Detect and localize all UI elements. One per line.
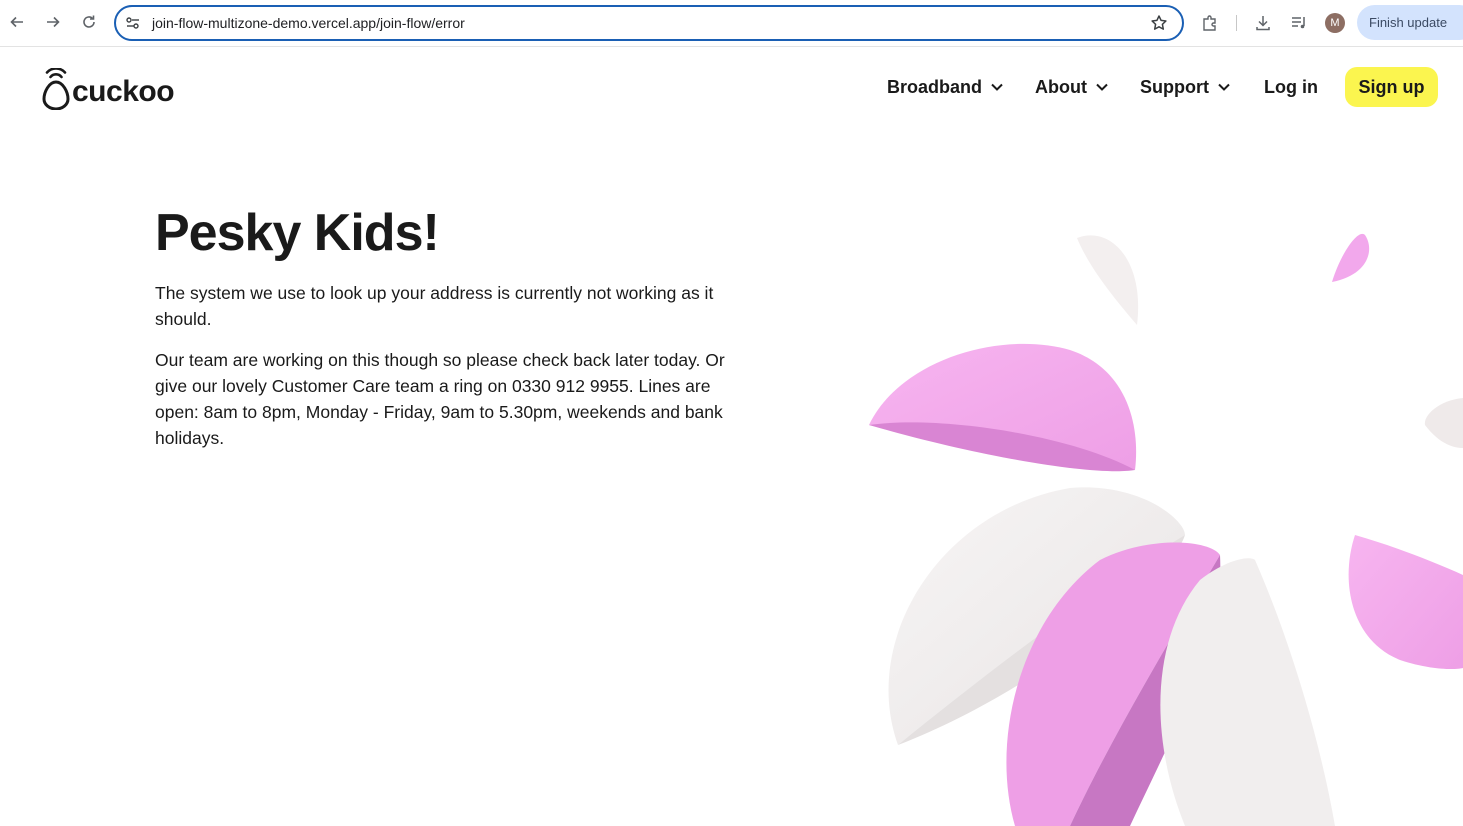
profile-avatar[interactable]: M: [1325, 13, 1345, 33]
url-text[interactable]: join-flow-multizone-demo.vercel.app/join…: [152, 15, 465, 31]
chevron-down-icon: [1218, 83, 1230, 91]
extensions-icon[interactable]: [1200, 13, 1220, 33]
decorative-petals-illustration: [869, 233, 1463, 826]
page-title: Pesky Kids!: [155, 204, 440, 262]
finish-update-button[interactable]: Finish update: [1357, 5, 1463, 40]
nav-about-label: About: [1035, 76, 1087, 97]
petal-small-white: [1077, 235, 1139, 325]
cuckoo-egg-icon: [42, 68, 70, 110]
reload-icon[interactable]: [78, 11, 100, 33]
address-bar[interactable]: join-flow-multizone-demo.vercel.app/join…: [114, 5, 1184, 41]
signup-button[interactable]: Sign up: [1345, 67, 1438, 107]
toolbar-divider: [1236, 15, 1237, 31]
chevron-down-icon: [1096, 83, 1108, 91]
site-settings-icon[interactable]: [125, 15, 141, 31]
petal-edge-white: [1424, 398, 1463, 448]
nav-about[interactable]: About: [1035, 67, 1109, 107]
login-link[interactable]: Log in: [1264, 67, 1318, 107]
nav-support[interactable]: Support: [1140, 67, 1231, 107]
logo-wordmark: cuckoo: [72, 75, 175, 108]
nav-broadband[interactable]: Broadband: [887, 67, 1004, 107]
nav-broadband-label: Broadband: [887, 76, 983, 97]
nav-support-label: Support: [1140, 76, 1209, 97]
chevron-down-icon: [991, 83, 1003, 91]
media-controls-icon[interactable]: [1289, 13, 1309, 33]
login-label: Log in: [1264, 76, 1318, 97]
back-arrow-icon[interactable]: [6, 11, 28, 33]
support-message: Our team are working on this though so p…: [155, 350, 725, 448]
cuckoo-logo[interactable]: cuckoo: [42, 66, 177, 110]
forward-arrow-icon[interactable]: [42, 11, 64, 33]
bookmark-star-icon[interactable]: [1150, 14, 1168, 32]
browser-toolbar: join-flow-multizone-demo.vercel.app/join…: [0, 0, 1463, 47]
petal-right-pink: [1348, 535, 1463, 670]
petal-small-pink: [1332, 233, 1370, 282]
download-icon[interactable]: [1253, 13, 1273, 33]
error-message: The system we use to look up your addres…: [155, 283, 714, 329]
